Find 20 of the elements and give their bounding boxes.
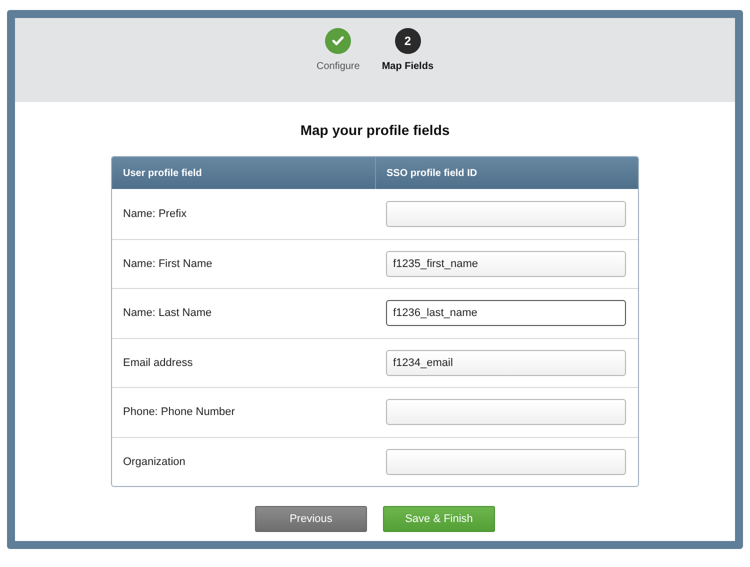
step-number: 2 (394, 28, 421, 54)
input-field[interactable]: f1235_first_name (386, 250, 626, 277)
input-field[interactable] (386, 399, 626, 426)
step-label: Configure (316, 61, 360, 72)
field-label: Name: Last Name (123, 307, 212, 320)
check-icon (325, 28, 352, 54)
input-field[interactable] (386, 200, 626, 227)
field-label: Name: First Name (123, 258, 212, 270)
field-label: Email address (123, 356, 193, 369)
page-title: Map your profile fields (300, 122, 450, 138)
column-header: SSO profile field ID (374, 157, 638, 189)
field-label: Phone: Phone Number (123, 406, 235, 418)
step-label: Map Fields (382, 61, 434, 72)
field-label: Organization (123, 456, 186, 468)
previous-button[interactable]: Previous (255, 506, 367, 532)
column-header: User profile field (122, 166, 203, 180)
input-field[interactable]: f1236_last_name (386, 300, 626, 326)
field-label: Name: Prefix (123, 208, 187, 220)
input-field[interactable]: f1234_email (386, 350, 626, 376)
input-field[interactable] (386, 448, 626, 475)
